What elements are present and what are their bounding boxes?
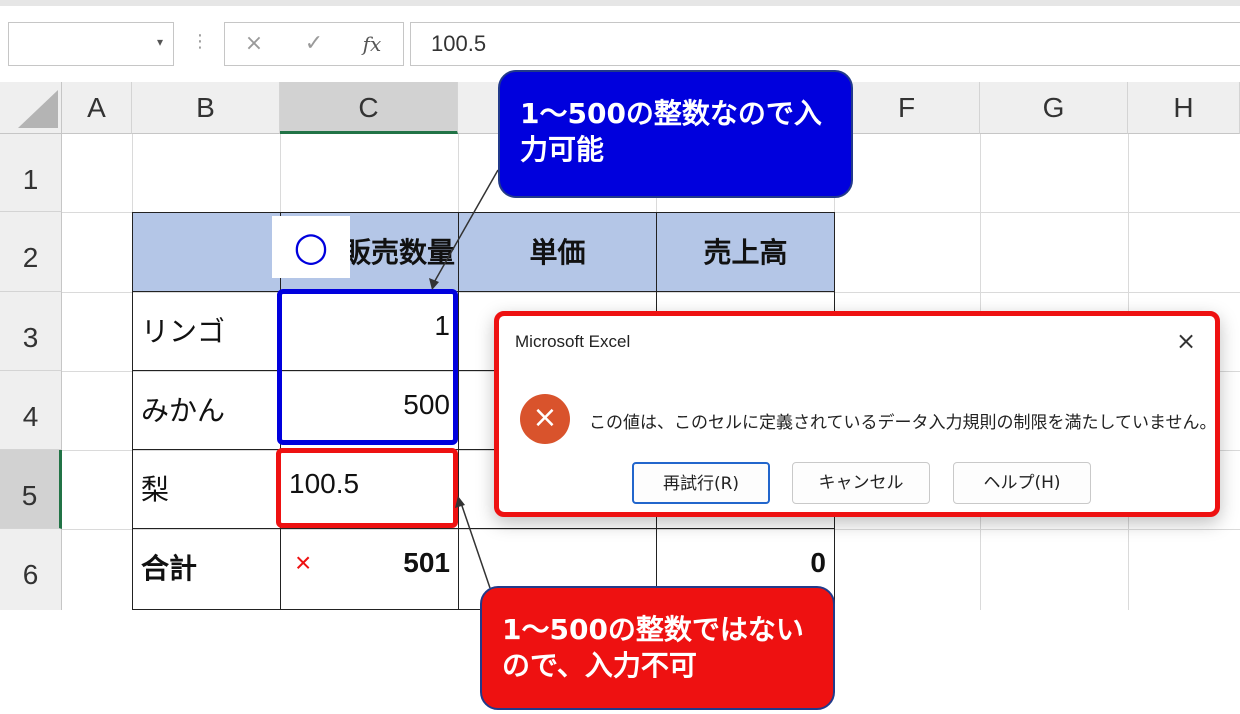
retry-accel: (R): [713, 474, 740, 494]
top-arrow-head: [429, 278, 439, 290]
help-button[interactable]: ヘルプ(H): [953, 462, 1091, 504]
help-label: ヘルプ: [983, 473, 1035, 493]
top-arrow-line: [431, 169, 499, 287]
dialog-title: Microsoft Excel: [515, 332, 631, 351]
error-icon: ×: [520, 394, 570, 444]
retry-button[interactable]: 再試行(R): [632, 462, 770, 504]
bottom-arrow-line: [459, 499, 491, 589]
dialog-message: この値は、このセルに定義されているデータ入力規則の制限を満たしていません。: [589, 413, 1217, 433]
retry-label: 再試行: [662, 474, 714, 494]
callout-valid: 1～500の整数なので入力可能: [498, 70, 853, 198]
close-icon[interactable]: ×: [1171, 326, 1201, 356]
help-accel: (H): [1034, 473, 1061, 493]
error-dialog: Microsoft Excel × × この値は、このセルに定義されているデータ…: [494, 311, 1220, 517]
callout-invalid: 1～500の整数ではないので、入力不可: [480, 586, 835, 710]
bottom-arrow-head: [455, 496, 465, 508]
cancel-button[interactable]: キャンセル: [792, 462, 930, 504]
